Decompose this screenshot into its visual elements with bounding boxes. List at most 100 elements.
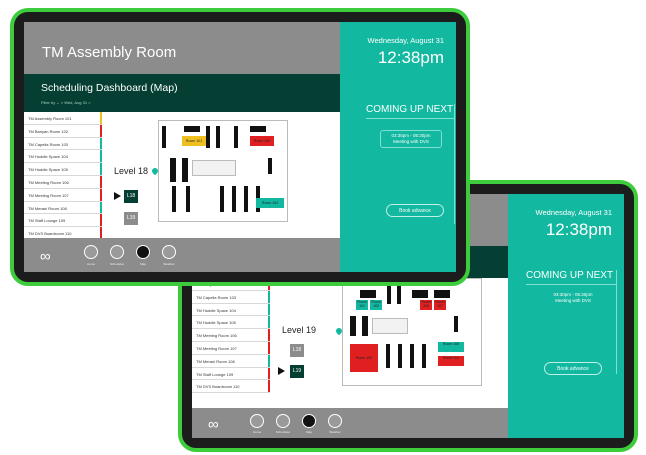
book-advance-button[interactable]: Book advance	[544, 362, 602, 375]
map-room-106[interactable]: Room 106	[250, 136, 274, 146]
room-list-item[interactable]: TM Merani Room 108	[192, 354, 270, 368]
room-status-bar	[100, 112, 102, 124]
room-list-item[interactable]: TM Huddle Space 104	[192, 303, 270, 317]
corridor	[192, 160, 236, 176]
map-room-101[interactable]: Room 101	[356, 300, 368, 310]
room-status-bar	[100, 214, 102, 227]
screen-level-18: TM Assembly Room Scheduling Dashboard (M…	[24, 22, 456, 272]
current-level-arrow-icon	[278, 367, 285, 375]
room-status-bar	[268, 329, 270, 341]
map-pin-icon[interactable]	[302, 414, 316, 428]
room-status-bar	[100, 124, 102, 137]
desk-block	[398, 344, 402, 368]
room-status-bar	[268, 290, 270, 303]
level-button-l18[interactable]: L18	[124, 190, 138, 203]
room-status-bar	[268, 367, 270, 380]
room-status-bar	[100, 150, 102, 163]
room-status-bar	[268, 316, 270, 329]
desk-block	[422, 344, 426, 368]
room-list-label: TM Assembly Room 101	[28, 116, 72, 121]
info-pane: Wednesday, August 31 12:38pm COMING UP N…	[508, 194, 624, 438]
map-room-label: Room 110	[443, 356, 459, 360]
desk-block	[268, 158, 272, 174]
level-button-l19[interactable]: L19	[290, 365, 304, 378]
map-room-label: Room 101	[185, 139, 203, 143]
map-room-109[interactable]: Room 109	[350, 344, 378, 372]
map-room-102[interactable]: Room 102	[370, 300, 382, 310]
map-room-106[interactable]: Room 106	[420, 300, 432, 310]
desk-block	[397, 284, 401, 304]
home-icon[interactable]	[250, 414, 264, 428]
room-list-item[interactable]: TM Staff Lounge 109	[24, 214, 102, 228]
room-list-label: TM Huddle Space 104	[196, 307, 236, 313]
nav-label-schedules: Schedules	[109, 262, 124, 266]
room-status-bar	[268, 380, 270, 393]
schedules-icon[interactable]	[110, 245, 124, 259]
infinity-logo-icon: ∞	[40, 248, 51, 265]
room-list-label: TM Banyan Room 102	[28, 128, 69, 134]
room-list-item[interactable]: TM Meeting Room 106	[192, 329, 270, 342]
dashboard-header: Scheduling Dashboard (Map) Filter by ⌄ >…	[24, 74, 340, 112]
room-list-label: TM Meeting Room 106	[28, 179, 69, 185]
home-icon[interactable]	[84, 245, 98, 259]
time-label: 12:38pm	[377, 48, 444, 67]
room-status-bar	[100, 188, 102, 201]
room-list-item[interactable]: TM Meeting Room 107	[24, 188, 102, 202]
weather-icon[interactable]	[162, 245, 176, 259]
map-room-107[interactable]: Room 107	[434, 300, 446, 310]
room-list-item[interactable]: TM Huddle Space 105	[24, 163, 102, 176]
map-room-108[interactable]: Room 108	[438, 342, 464, 352]
room-list-label: TM Huddle Space 105	[28, 167, 68, 173]
level-button-l18[interactable]: L18	[290, 344, 304, 357]
desk-block	[170, 158, 176, 182]
desk-block	[360, 290, 376, 298]
stage: TM Banyan Room 102TM Capella Room 103TM …	[0, 0, 646, 455]
room-list-item[interactable]: TM Meeting Room 107	[192, 341, 270, 355]
desk-block	[410, 344, 414, 368]
map-room-110[interactable]: Room 110	[438, 356, 464, 366]
desk-block	[184, 126, 200, 132]
desk-block	[172, 186, 176, 212]
nav-label-weather: Weather	[329, 430, 341, 434]
meeting-name: Meeting with DVS	[393, 139, 429, 144]
level-button-l19[interactable]: L19	[124, 212, 138, 225]
next-meeting-card[interactable]: 03:30pm - 05:30pm Meeting with DVS	[538, 290, 608, 306]
coming-up-heading: COMING UP NEXT	[526, 270, 614, 281]
current-level-arrow-icon	[114, 192, 121, 200]
room-list-item[interactable]: TM Huddle Space 105	[192, 316, 270, 330]
level-label: Level 19	[282, 325, 317, 335]
book-advance-button[interactable]: Book advance	[386, 204, 444, 217]
schedules-icon[interactable]	[276, 414, 290, 428]
desk-block	[182, 158, 188, 182]
desk-block	[412, 290, 428, 298]
map-room-label: Room 108	[442, 342, 460, 346]
room-list-item[interactable]: TM Assembly Room 101	[24, 112, 102, 125]
map-room-label: Room 101	[357, 300, 367, 308]
weather-icon[interactable]	[328, 414, 342, 428]
meeting-name: Meeting with DVS	[555, 298, 591, 303]
room-list-item[interactable]: TM Capella Room 103	[24, 137, 102, 151]
map-room-label: Room 109	[355, 356, 373, 360]
room-list-item[interactable]: TM Staff Lounge 109	[192, 367, 270, 381]
desk-block	[244, 186, 248, 212]
map-room-104[interactable]: Room 104	[256, 198, 284, 208]
date-label: Wednesday, August 31	[367, 36, 444, 45]
room-list-item[interactable]: TM Banyan Room 102	[24, 124, 102, 138]
info-pane: Wednesday, August 31 12:38pm COMING UP N…	[340, 22, 456, 272]
map-room-label: Room 104	[261, 201, 279, 205]
room-list-item[interactable]: TM DVS Boardroom 110	[192, 380, 270, 394]
map-pin-icon[interactable]	[136, 245, 150, 259]
room-list-item[interactable]: TM Capella Room 103	[192, 290, 270, 304]
room-list-item[interactable]: TM Huddle Space 104	[24, 150, 102, 164]
room-list-item[interactable]: TM Merani Room 108	[24, 201, 102, 215]
level-label: Level 18	[114, 166, 149, 176]
room-list-item[interactable]: TM Meeting Room 106	[24, 175, 102, 189]
nav-label-schedules: Schedules	[275, 430, 290, 434]
map-body: TM Assembly Room 101 TM Banyan Room 102 TM…	[24, 112, 340, 244]
date-filter[interactable]: Filter by ⌄ > Wed, Aug 31 >	[41, 100, 91, 105]
desk-block	[454, 316, 458, 332]
next-meeting-card[interactable]: 03:30pm - 05:30pm Meeting with DVS	[380, 130, 442, 148]
desk-block	[386, 344, 390, 368]
map-room-101[interactable]: Room 101	[182, 136, 206, 146]
room-list-label: TM DVS Boardroom 110	[196, 384, 240, 390]
